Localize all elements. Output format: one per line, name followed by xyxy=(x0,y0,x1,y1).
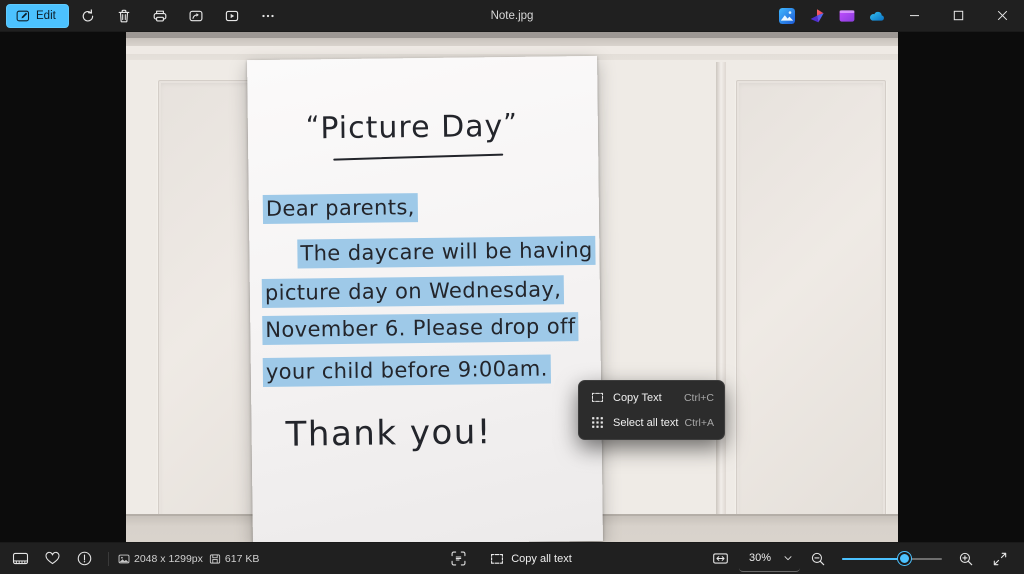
note-line-5: your child before 9:00am. xyxy=(262,354,551,387)
note-title-underline xyxy=(333,153,504,161)
fit-to-window-icon xyxy=(713,553,729,564)
cabinet-panel-right xyxy=(736,80,886,520)
photos-app-window: Edit Note.jpg “Picture Day” Dear parents… xyxy=(0,0,1024,574)
scan-text-icon xyxy=(451,551,466,566)
copy-all-text-button[interactable]: Copy all text xyxy=(480,546,582,572)
context-menu-accel-select-all-text: Ctrl+A xyxy=(684,416,714,429)
file-metadata: 2048 x 1299px 617 KB xyxy=(108,551,259,566)
zoom-slider-fill xyxy=(842,557,904,560)
title-bar-right-group xyxy=(772,0,1024,32)
ellipsis-icon xyxy=(260,8,276,24)
zoom-slider[interactable] xyxy=(842,549,942,569)
note-line-1: Dear parents, xyxy=(262,193,418,224)
toolbar-left-group: Edit xyxy=(0,3,285,29)
trash-icon xyxy=(116,8,132,24)
context-menu-label-copy-text: Copy Text xyxy=(613,391,662,404)
close-icon xyxy=(997,10,1007,21)
print-button[interactable] xyxy=(143,3,177,29)
fullscreen-icon xyxy=(993,552,1007,565)
zoom-in-icon xyxy=(959,552,973,565)
designer-app-glyph xyxy=(810,8,824,22)
note-line-5-text: your child before 9:00am. xyxy=(262,354,551,387)
slideshow-button[interactable] xyxy=(215,3,249,29)
cabinet-stile-right xyxy=(716,62,726,526)
text-context-menu: Copy Text Ctrl+C Select all text Ctrl+A xyxy=(578,380,725,440)
share-button[interactable] xyxy=(179,3,213,29)
minimize-icon xyxy=(909,15,919,17)
clipchamp-app-icon[interactable] xyxy=(832,0,862,32)
copy-all-text-label: Copy all text xyxy=(511,552,572,565)
filesize-label: 617 KB xyxy=(224,552,260,565)
fullscreen-button[interactable] xyxy=(984,546,1016,572)
filmstrip-button[interactable] xyxy=(4,546,36,572)
status-bar-right-group: 30% xyxy=(705,546,1024,572)
zoom-slider-thumb[interactable] xyxy=(897,552,911,565)
rotate-button[interactable] xyxy=(71,3,105,29)
maximize-icon xyxy=(953,10,963,21)
heart-icon xyxy=(45,551,59,565)
dimensions-group: 2048 x 1299px xyxy=(118,553,203,565)
rotate-icon xyxy=(80,8,96,24)
note-line-3: picture day on Wednesday, xyxy=(261,275,565,308)
note-line-3-text: picture day on Wednesday, xyxy=(261,275,565,308)
image-canvas[interactable]: “Picture Day” Dear parents, The daycare … xyxy=(0,32,1024,542)
edit-icon xyxy=(16,9,30,23)
context-menu-label-select-all-text: Select all text xyxy=(613,416,679,429)
note-title: “Picture Day” xyxy=(306,109,518,147)
zoom-level-select[interactable]: 30% xyxy=(738,546,800,572)
zoom-out-button[interactable] xyxy=(802,546,834,572)
title-bar: Edit Note.jpg xyxy=(0,0,1024,32)
zoom-level-value: 30% xyxy=(748,552,771,564)
slideshow-icon xyxy=(224,8,240,24)
image-dimensions-label: 2048 x 1299px xyxy=(134,552,203,565)
paper-note: “Picture Day” Dear parents, The daycare … xyxy=(247,55,603,542)
note-line-2-text: The daycare will be having xyxy=(297,235,596,269)
note-line-1-text: Dear parents, xyxy=(262,193,418,224)
edit-button[interactable]: Edit xyxy=(6,3,69,28)
photos-app-glyph xyxy=(779,7,795,24)
favorite-button[interactable] xyxy=(36,546,68,572)
info-button[interactable] xyxy=(68,546,100,572)
onedrive-app-icon[interactable] xyxy=(862,0,892,32)
context-menu-item-copy-text[interactable]: Copy Text Ctrl+C xyxy=(583,385,720,410)
note-closing: Thank you! xyxy=(285,412,493,455)
filesize-group: 617 KB xyxy=(209,553,259,565)
status-bar: 2048 x 1299px 617 KB Copy all text 30% xyxy=(0,542,1024,574)
filmstrip-icon xyxy=(12,552,28,565)
note-line-4: November 6. Please drop off xyxy=(262,312,579,345)
clipchamp-app-glyph xyxy=(839,9,855,22)
photo-viewport[interactable]: “Picture Day” Dear parents, The daycare … xyxy=(126,32,898,542)
select-all-text-icon xyxy=(589,416,606,429)
maximize-button[interactable] xyxy=(936,0,980,32)
context-menu-item-select-all-text[interactable]: Select all text Ctrl+A xyxy=(583,410,720,435)
copy-all-text-icon xyxy=(490,552,504,566)
copy-text-icon xyxy=(589,391,606,404)
zoom-out-icon xyxy=(811,552,825,565)
fit-to-window-button[interactable] xyxy=(705,546,737,572)
filesize-icon xyxy=(209,553,221,564)
context-menu-accel-copy-text: Ctrl+C xyxy=(683,391,714,404)
designer-app-icon[interactable] xyxy=(802,0,832,32)
chevron-down-icon xyxy=(783,553,793,563)
printer-icon xyxy=(152,8,168,24)
onedrive-app-glyph xyxy=(870,11,884,21)
scan-text-button[interactable] xyxy=(442,546,474,572)
note-title-quote-open: “ xyxy=(305,111,321,142)
note-title-quote-close: ” xyxy=(503,108,518,140)
delete-button[interactable] xyxy=(107,3,141,29)
share-icon xyxy=(188,8,204,24)
note-line-2: The daycare will be having xyxy=(297,235,596,269)
image-dimensions-icon xyxy=(118,554,130,563)
minimize-button[interactable] xyxy=(892,0,936,32)
photos-app-icon[interactable] xyxy=(772,0,802,32)
close-button[interactable] xyxy=(980,0,1024,32)
info-icon xyxy=(77,551,91,566)
note-title-text: Picture Day xyxy=(320,109,504,147)
status-bar-left-group: 2048 x 1299px 617 KB xyxy=(0,546,259,572)
edit-button-label: Edit xyxy=(36,9,56,22)
zoom-in-button[interactable] xyxy=(950,546,982,572)
note-line-4-text: November 6. Please drop off xyxy=(262,312,579,345)
more-button[interactable] xyxy=(251,3,285,29)
